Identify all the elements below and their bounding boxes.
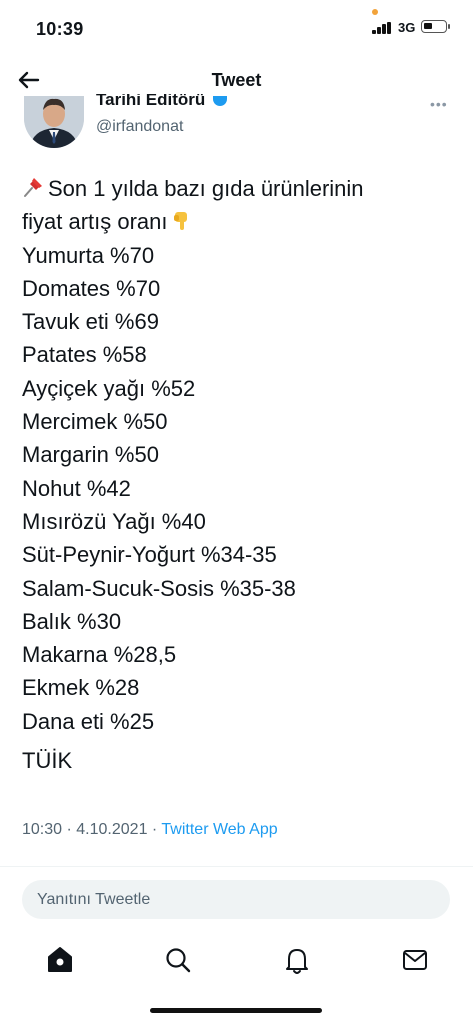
search-icon[interactable] <box>158 940 198 980</box>
privacy-indicator-dot <box>372 9 378 15</box>
price-item: Dana eti %25 <box>22 708 155 734</box>
reply-input[interactable]: Yanıtını Tweetle <box>22 880 450 919</box>
price-increase-list: Yumurta %70 Domates %70 Tavuk eti %69 Patat… <box>22 239 452 738</box>
network-type: 3G <box>398 20 416 35</box>
tweet-intro-text-2: fiyat artış oranı <box>22 209 168 235</box>
tweet-client-link[interactable]: Twitter Web App <box>161 821 277 838</box>
battery-icon <box>421 20 447 33</box>
tweet-intro-line-2: fiyat artış oranı <box>22 205 452 238</box>
reply-placeholder: Yanıtını Tweetle <box>37 891 151 908</box>
price-item: Ayçiçek yağı %52 <box>22 375 196 401</box>
mail-icon[interactable] <box>395 940 435 980</box>
price-item: Mercimek %50 <box>22 409 168 435</box>
price-item: Süt-Peynir-Yoğurt %34-35 <box>22 542 277 568</box>
verified-badge-icon <box>213 96 227 106</box>
tweet-date: 4.10.2021 <box>76 821 148 838</box>
home-icon[interactable] <box>40 940 80 980</box>
status-time: 10:39 <box>36 19 84 39</box>
tweet-text: Son 1 yılda bazı gıda ürünlerinin fiyat … <box>22 172 452 777</box>
price-item: Nohut %42 <box>22 475 131 501</box>
home-indicator <box>150 1008 322 1013</box>
divider <box>0 866 473 867</box>
bottom-tab-bar <box>0 930 473 990</box>
pointing-down-emoji-icon <box>172 208 192 231</box>
price-item: Ekmek %28 <box>22 675 140 701</box>
status-bar: 10:39 3G <box>0 0 473 56</box>
battery-cap <box>448 24 450 29</box>
tweet-intro-line-1: Son 1 yılda bazı gıda ürünlerinin <box>22 172 452 205</box>
tweet-intro-text-1: Son 1 yılda bazı gıda ürünlerinin <box>48 176 364 201</box>
page-title: Tweet <box>211 70 262 90</box>
price-item: Domates %70 <box>22 275 161 301</box>
avatar[interactable] <box>24 96 84 148</box>
price-item: Salam-Sucuk-Sosis %35-38 <box>22 575 296 601</box>
price-item: Makarna %28,5 <box>22 642 177 668</box>
meta-separator: · <box>66 821 72 838</box>
price-item: Yumurta %70 <box>22 242 155 268</box>
price-item: Margarin %50 <box>22 442 159 468</box>
author-name[interactable]: Tarihi Editörü <box>96 94 205 106</box>
price-item: Patates %58 <box>22 342 147 368</box>
price-item: Balık %30 <box>22 608 122 634</box>
author-handle[interactable]: @irfandonat <box>96 118 183 136</box>
tweet-source: TÜİK <box>22 748 73 774</box>
bell-icon[interactable] <box>277 940 317 980</box>
price-item: Tavuk eti %69 <box>22 309 159 335</box>
price-item: Mısırözü Yağı %40 <box>22 508 206 534</box>
signal-icon <box>372 22 394 34</box>
more-options-icon[interactable]: ••• <box>430 96 448 112</box>
pushpin-emoji-icon <box>22 174 44 197</box>
meta-separator-2: · <box>151 821 158 838</box>
tweet-meta: 10:30 · 4.10.2021 · Twitter Web App <box>22 821 278 839</box>
tweet-time: 10:30 <box>22 821 63 838</box>
